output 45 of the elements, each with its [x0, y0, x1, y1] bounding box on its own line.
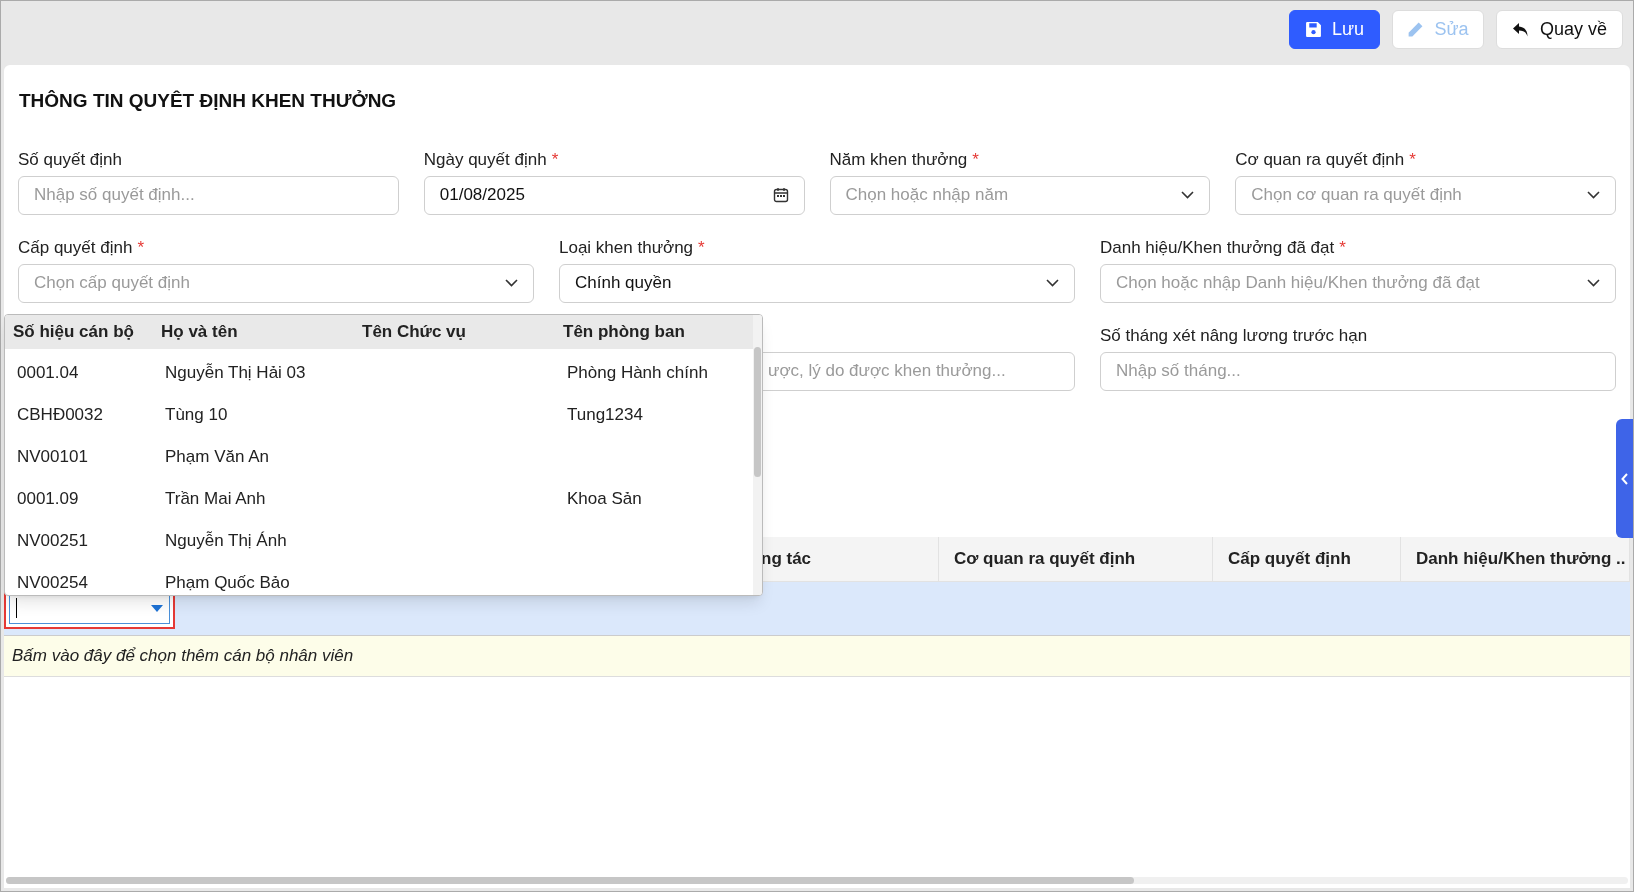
column-header: Danh hiệu/Khen thưởng .. [1416, 547, 1626, 570]
pencil-icon [1407, 21, 1425, 38]
column-header: Cấp quyết định [1228, 547, 1351, 570]
side-panel-toggle[interactable] [1616, 419, 1633, 538]
dropdown-row[interactable]: CBHĐ0032 Tùng 10 Tung1234 [5, 391, 753, 433]
caret-icon [151, 604, 163, 612]
field-label: Năm khen thưởng [829, 148, 968, 168]
field-label: Cơ quan ra quyết định [1235, 148, 1405, 168]
dropdown-row[interactable]: NV00254 Phạm Quốc Bảo [5, 559, 753, 595]
column-header: Tên Chức vụ [362, 322, 466, 342]
add-employee-link[interactable]: Bấm vào đây để chọn thêm cán bộ nhân viên [12, 642, 354, 669]
field-label: Ngày quyết định [423, 148, 547, 168]
dropdown-row[interactable]: NV00101 Phạm Văn An [5, 433, 753, 475]
required-mark: * [698, 236, 705, 256]
select-field[interactable]: Chính quyền [559, 263, 1075, 303]
required-mark: * [137, 236, 144, 256]
chevron-down-icon [1046, 279, 1059, 287]
back-button[interactable]: Quay về [1496, 10, 1623, 49]
field-label: Danh hiệu/Khen thưởng đã đạt [1100, 236, 1335, 256]
vertical-scrollbar[interactable] [753, 315, 762, 595]
field-label: Loại khen thưởng [559, 236, 694, 256]
field-label: Cấp quyết định [18, 236, 133, 256]
column-header: Số hiệu cán bộ [13, 322, 134, 342]
date-field[interactable]: 01/08/2025 [423, 175, 805, 215]
chevron-down-icon [1181, 191, 1195, 199]
calendar-icon [772, 187, 789, 203]
chevron-down-icon [505, 279, 518, 287]
field-label: Số tháng xét nâng lương trước hạn [1100, 324, 1368, 344]
field-label: Số quyết định [18, 148, 122, 168]
dropdown-row[interactable]: NV00251 Nguyễn Thị Ánh [5, 517, 753, 559]
horizontal-scrollbar[interactable] [6, 877, 1628, 884]
required-mark: * [972, 148, 979, 168]
save-button[interactable]: Lưu [1289, 10, 1380, 49]
column-header: Họ và tên [161, 322, 238, 342]
dropdown-row[interactable]: 0001.09 Trần Mai Anh Khoa Sản [5, 475, 753, 517]
required-mark: * [1339, 236, 1346, 256]
chevron-down-icon [1587, 279, 1600, 287]
form-title: THÔNG TIN QUYÊT ĐỊNH KHEN THƯỞNG [19, 89, 398, 113]
chevron-down-icon [1587, 191, 1600, 199]
column-header: Cơ quan ra quyết định [954, 547, 1136, 570]
chevron-left-icon [1620, 472, 1629, 485]
column-header: Tên phòng ban [563, 322, 685, 342]
text-cursor [16, 598, 17, 618]
required-mark: * [551, 148, 559, 168]
required-mark: * [1409, 148, 1416, 168]
